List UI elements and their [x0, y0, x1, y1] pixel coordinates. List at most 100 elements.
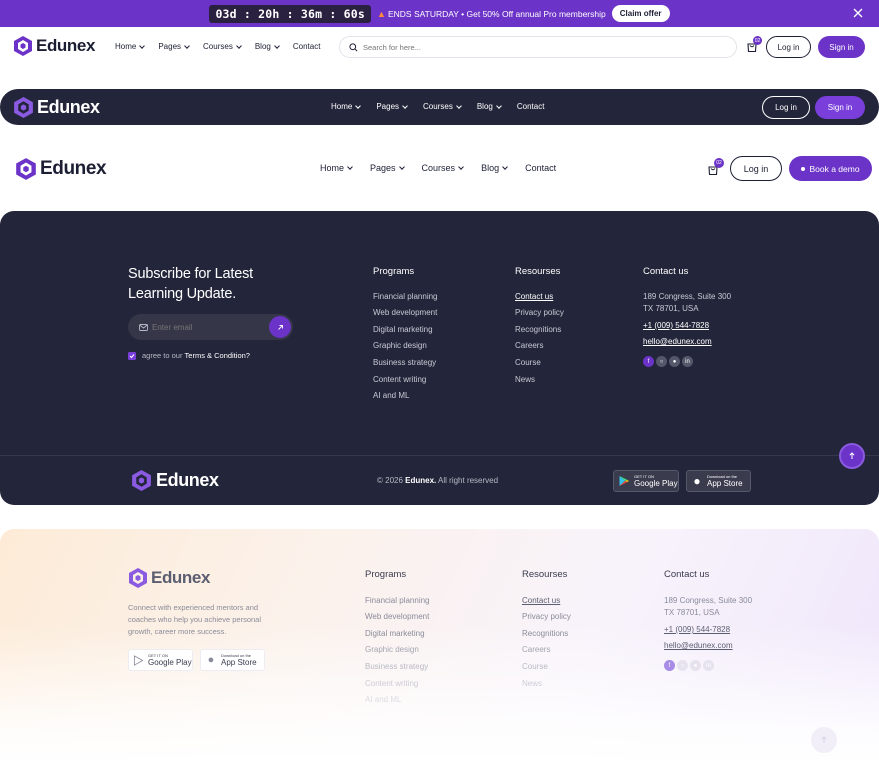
arrow-up-icon	[849, 452, 855, 459]
hexagon-stack-icon	[14, 97, 33, 118]
nav-blog[interactable]: Blog	[481, 163, 508, 173]
facebook-icon[interactable]: f	[643, 356, 654, 367]
promo-bar: 03d : 20h : 36m : 60s ▲ ENDS SATURDAY • …	[0, 0, 879, 27]
subscribe-submit-button[interactable]	[269, 316, 291, 338]
nav-contact[interactable]: Contact	[293, 42, 321, 51]
app-store-button[interactable]: ● Download on the App Store	[200, 649, 265, 671]
apple-icon: ●	[693, 474, 701, 488]
link-web-development[interactable]: Web development	[373, 308, 437, 317]
nav-pages[interactable]: Pages	[376, 102, 408, 111]
back-to-top-button[interactable]	[839, 443, 865, 469]
instagram-icon[interactable]: ○	[677, 660, 688, 671]
google-play-button[interactable]: GET IT ON Google Play	[128, 649, 193, 671]
nav-courses[interactable]: Courses	[203, 42, 242, 51]
programs-title: Programs	[373, 266, 415, 277]
email-input[interactable]	[152, 322, 262, 332]
cart-button[interactable]: 02	[707, 158, 724, 176]
link-privacy-policy[interactable]: Privacy policy	[515, 308, 564, 317]
footer-dark: Subscribe for Latest Learning Update. ag…	[0, 211, 879, 505]
nav-contact[interactable]: Contact	[525, 163, 556, 173]
search-input[interactable]	[363, 42, 703, 52]
countdown-timer: 03d : 20h : 36m : 60s	[209, 4, 372, 23]
link-content-writing[interactable]: Content writing	[373, 375, 426, 384]
brand-logo[interactable]: Edunex	[13, 96, 100, 119]
nav-blog[interactable]: Blog	[255, 42, 280, 51]
terms-link[interactable]: Terms & Condition?	[185, 351, 250, 360]
phone-link[interactable]: +1 (009) 544-7828	[664, 625, 730, 634]
nav-courses[interactable]: Courses	[423, 102, 462, 111]
brand-name: Edunex	[156, 470, 219, 490]
link-ai-ml[interactable]: AI and ML	[365, 695, 401, 704]
linkedin-icon[interactable]: in	[703, 660, 714, 671]
phone-link[interactable]: +1 (009) 544-7828	[643, 321, 709, 330]
link-contact-us[interactable]: Contact us	[522, 596, 560, 605]
google-play-icon	[619, 476, 629, 486]
nav-home[interactable]: Home	[115, 42, 146, 51]
cart-button[interactable]: 02	[746, 36, 762, 54]
link-recognitions[interactable]: Recognitions	[522, 629, 568, 638]
app-store-button[interactable]: ● Download on the App Store	[686, 470, 751, 492]
link-privacy-policy[interactable]: Privacy policy	[522, 612, 571, 621]
twitter-icon[interactable]: ●	[690, 660, 701, 671]
link-course[interactable]: Course	[522, 662, 548, 671]
nav-contact[interactable]: Contact	[517, 102, 545, 111]
link-ai-ml[interactable]: AI and ML	[373, 391, 409, 400]
nav-home[interactable]: Home	[320, 163, 353, 173]
hexagon-stack-icon	[16, 158, 36, 180]
link-content-writing[interactable]: Content writing	[365, 679, 418, 688]
email-link[interactable]: hello@edunex.com	[664, 641, 733, 650]
contact-title: Contact us	[664, 569, 710, 580]
nav-pages[interactable]: Pages	[370, 163, 405, 173]
link-graphic-design[interactable]: Graphic design	[373, 341, 427, 350]
search-box[interactable]	[339, 36, 737, 58]
link-careers[interactable]: Careers	[515, 341, 543, 350]
link-financial-planning[interactable]: Financial planning	[373, 292, 438, 301]
promo-message: ENDS SATURDAY • Get 50% Off annual Pro m…	[387, 8, 606, 19]
nav-pages[interactable]: Pages	[158, 42, 190, 51]
link-business-strategy[interactable]: Business strategy	[373, 358, 436, 367]
close-icon[interactable]	[851, 6, 865, 20]
nav-home[interactable]: Home	[331, 102, 362, 111]
link-news[interactable]: News	[522, 679, 542, 688]
link-financial-planning[interactable]: Financial planning	[365, 596, 430, 605]
link-web-development[interactable]: Web development	[365, 612, 429, 621]
link-recognitions[interactable]: Recognitions	[515, 325, 561, 334]
linkedin-icon[interactable]: in	[682, 356, 693, 367]
login-button[interactable]: Log in	[730, 156, 782, 181]
signin-button[interactable]: Sign in	[815, 96, 865, 119]
brand-logo[interactable]: Edunex	[15, 157, 107, 181]
link-careers[interactable]: Careers	[522, 645, 550, 654]
header-3: Edunex Home Pages Courses Blog Contact 0…	[0, 149, 879, 189]
instagram-icon[interactable]: ○	[656, 356, 667, 367]
google-play-button[interactable]: GET IT ON Google Play	[613, 470, 679, 492]
address-line-1: 189 Congress, Suite 300	[643, 292, 732, 301]
back-to-top-button[interactable]	[811, 727, 837, 753]
link-contact-us[interactable]: Contact us	[515, 292, 553, 301]
brand-logo[interactable]: Edunex	[13, 35, 95, 57]
twitter-icon[interactable]: ●	[669, 356, 680, 367]
nav-courses[interactable]: Courses	[422, 163, 464, 173]
footer-brand-logo[interactable]: Edunex	[128, 567, 210, 589]
footer-brand-logo[interactable]: Edunex	[131, 469, 219, 492]
book-demo-button[interactable]: Book a demo	[789, 156, 872, 181]
terms-checkbox[interactable]	[128, 351, 136, 360]
arrow-up-icon	[821, 736, 827, 743]
claim-offer-button[interactable]: Claim offer	[611, 5, 670, 22]
link-digital-marketing[interactable]: Digital marketing	[373, 325, 433, 334]
apple-icon: ●	[207, 654, 215, 666]
link-course[interactable]: Course	[515, 358, 541, 367]
link-digital-marketing[interactable]: Digital marketing	[365, 629, 425, 638]
main-nav: Home Pages Courses Blog Contact	[320, 163, 570, 173]
signin-button[interactable]: Sign in	[818, 36, 865, 58]
subscribe-title: Subscribe for Latest Learning Update.	[128, 266, 253, 302]
facebook-icon[interactable]: f	[664, 660, 675, 671]
hexagon-stack-icon	[14, 36, 32, 56]
login-button[interactable]: Log in	[762, 96, 810, 119]
email-link[interactable]: hello@edunex.com	[643, 337, 712, 346]
nav-blog[interactable]: Blog	[477, 102, 502, 111]
link-news[interactable]: News	[515, 375, 535, 384]
login-button[interactable]: Log in	[766, 36, 811, 58]
link-graphic-design[interactable]: Graphic design	[365, 645, 419, 654]
search-icon	[349, 42, 358, 51]
link-business-strategy[interactable]: Business strategy	[365, 662, 428, 671]
